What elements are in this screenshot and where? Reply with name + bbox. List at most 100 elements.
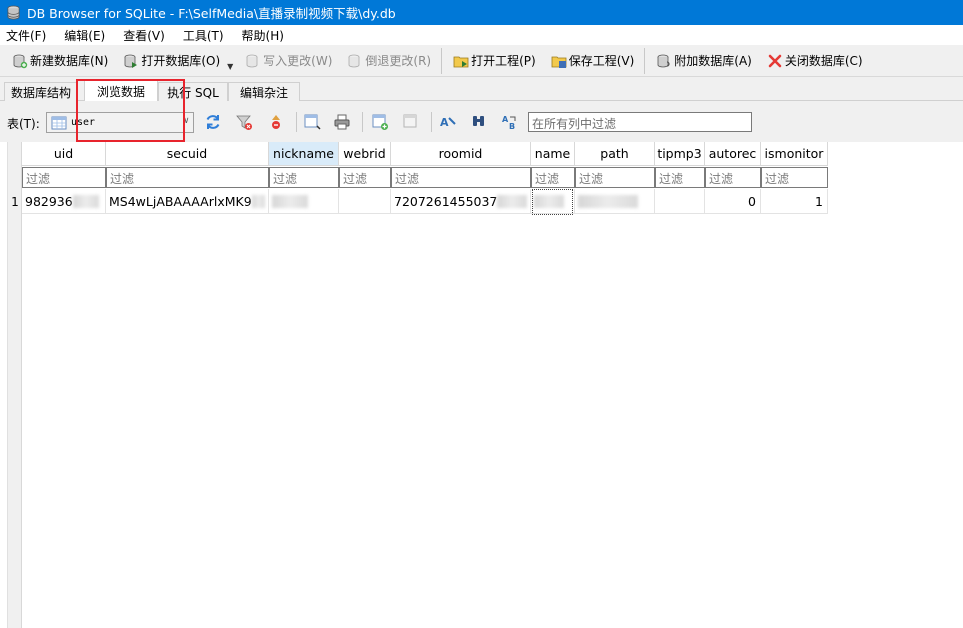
title-bar: DB Browser for SQLite - F:\SelfMedia\直播录… [0, 0, 963, 25]
browse-data-panel: 表(T): user ∨ A A B 在所有列中过滤 uid secuid ni… [0, 101, 963, 628]
sort-icon[interactable] [267, 113, 285, 131]
filter-path[interactable]: 过滤 [575, 167, 655, 188]
data-grid: uid secuid nickname webrid roomid name p… [0, 142, 963, 628]
toolbar-separator [362, 112, 363, 132]
print-icon[interactable] [333, 113, 351, 131]
column-header-name[interactable]: name [531, 142, 575, 166]
save-project-button[interactable]: 保存工程(V) [543, 48, 642, 74]
menu-view[interactable]: 查看(V) [123, 27, 165, 44]
column-header-tipmp3[interactable]: tipmp3 [655, 142, 705, 166]
tab-execute-sql-label: 执行 SQL [167, 85, 219, 100]
focused-cell-outline [532, 189, 573, 215]
filter-autorec[interactable]: 过滤 [705, 167, 761, 188]
toolbar-separator [431, 112, 432, 132]
new-database-button[interactable]: 新建数据库(N) [4, 48, 115, 74]
table-label: 表(T): [7, 117, 40, 131]
write-changes-icon [246, 54, 258, 67]
filter-roomid[interactable]: 过滤 [391, 167, 531, 188]
tab-execute-sql[interactable]: 执行 SQL [158, 82, 228, 101]
cell-uid[interactable]: 982936 [22, 189, 106, 214]
column-header-roomid[interactable]: roomid [391, 142, 531, 166]
browse-toolbar: 表(T): user ∨ A A B 在所有列中过滤 [0, 101, 963, 142]
revert-changes-icon [348, 54, 360, 67]
column-header-path[interactable]: path [575, 142, 655, 166]
filter-ismonitor[interactable]: 过滤 [761, 167, 828, 188]
open-project-button[interactable]: 打开工程(P) [445, 48, 543, 74]
main-toolbar: 新建数据库(N) 打开数据库(O) ▼ 写入更改(W) 倒退更改(R) 打开工程… [0, 45, 963, 77]
attach-database-button[interactable]: 附加数据库(A) [648, 48, 759, 74]
filter-tipmp3[interactable]: 过滤 [655, 167, 705, 188]
column-header-webrid[interactable]: webrid [339, 142, 391, 166]
menu-tools[interactable]: 工具(T) [183, 27, 224, 44]
open-database-button[interactable]: 打开数据库(O) [115, 48, 227, 74]
toolbar-separator [441, 47, 443, 74]
redacted-blur [497, 194, 527, 208]
toolbar-separator [296, 112, 297, 132]
save-project-label: 保存工程(V) [568, 54, 635, 68]
cell-ismonitor[interactable]: 1 [761, 189, 828, 214]
cell-roomid[interactable]: 7207261455037 [391, 189, 531, 214]
svg-text:B: B [509, 122, 515, 131]
cell-autorec[interactable]: 0 [705, 189, 761, 214]
database-icon [7, 5, 20, 20]
cell-nickname[interactable] [269, 189, 339, 214]
column-header-autorec[interactable]: autorec [705, 142, 761, 166]
close-database-button[interactable]: 关闭数据库(C) [759, 48, 870, 74]
menu-help[interactable]: 帮助(H) [242, 27, 284, 44]
main-tabs: 数据库结构 浏览数据 执行 SQL 编辑杂注 [0, 79, 963, 102]
redacted-blur [72, 194, 99, 208]
write-changes-label: 写入更改(W) [263, 54, 333, 68]
table-icon [51, 116, 67, 129]
filter-nickname[interactable]: 过滤 [269, 167, 339, 188]
global-filter-input[interactable]: 在所有列中过滤 [528, 112, 752, 132]
cell-autorec-value: 0 [748, 193, 756, 209]
tab-database-structure-label: 数据库结构 [10, 85, 71, 100]
menu-file[interactable]: 文件(F) [6, 27, 46, 44]
grid-left-border [7, 142, 8, 628]
find-icon[interactable]: A [439, 113, 457, 131]
row-number[interactable]: 1 [8, 189, 22, 214]
cell-webrid[interactable] [339, 189, 391, 214]
window-title: DB Browser for SQLite - F:\SelfMedia\直播录… [27, 6, 396, 21]
clear-filters-icon[interactable] [235, 113, 253, 131]
revert-changes-button[interactable]: 倒退更改(R) [339, 48, 438, 74]
menu-bar: 文件(F) 编辑(E) 查看(V) 工具(T) 帮助(H) [0, 25, 963, 45]
column-header-nickname[interactable]: nickname [269, 142, 339, 166]
close-database-label: 关闭数据库(C) [784, 54, 863, 68]
cell-roomid-value: 7207261455037 [394, 193, 498, 209]
attach-database-label: 附加数据库(A) [674, 54, 752, 68]
tab-edit-pragmas[interactable]: 编辑杂注 [228, 82, 300, 101]
delete-record-icon[interactable] [402, 113, 420, 131]
save-table-icon[interactable] [303, 113, 321, 131]
column-header-secuid[interactable]: secuid [106, 142, 269, 166]
cell-tipmp3[interactable] [655, 189, 705, 214]
column-header-uid[interactable]: uid [22, 142, 106, 166]
column-header-ismonitor[interactable]: ismonitor [761, 142, 828, 166]
refresh-icon[interactable] [204, 113, 222, 131]
open-project-label: 打开工程(P) [471, 54, 536, 68]
write-changes-button[interactable]: 写入更改(W) [237, 48, 339, 74]
filter-secuid[interactable]: 过滤 [106, 167, 269, 188]
attach-database-icon [657, 54, 670, 67]
add-record-icon[interactable] [371, 113, 389, 131]
cell-uid-value: 982936 [25, 193, 73, 209]
close-icon [768, 54, 782, 67]
table-select[interactable]: user ∨ [46, 112, 194, 133]
svg-text:A: A [502, 115, 509, 124]
tab-browse-data[interactable]: 浏览数据 [84, 79, 158, 102]
replace-icon[interactable]: A B [501, 113, 519, 131]
table-select-value: user [71, 117, 96, 128]
menu-edit[interactable]: 编辑(E) [64, 27, 105, 44]
tab-edit-pragmas-label: 编辑杂注 [239, 85, 288, 100]
save-project-icon [551, 56, 567, 68]
open-database-dropdown-icon[interactable]: ▼ [227, 62, 237, 71]
find-replace-icon[interactable] [470, 113, 488, 131]
redacted-blur [251, 194, 265, 208]
redacted-blur [578, 194, 638, 208]
cell-path[interactable] [575, 189, 655, 214]
filter-uid[interactable]: 过滤 [22, 167, 106, 188]
filter-webrid[interactable]: 过滤 [339, 167, 391, 188]
cell-secuid[interactable]: MS4wLjABAAAArlxMK9 [106, 189, 269, 214]
tab-database-structure[interactable]: 数据库结构 [4, 82, 78, 101]
filter-name[interactable]: 过滤 [531, 167, 575, 188]
